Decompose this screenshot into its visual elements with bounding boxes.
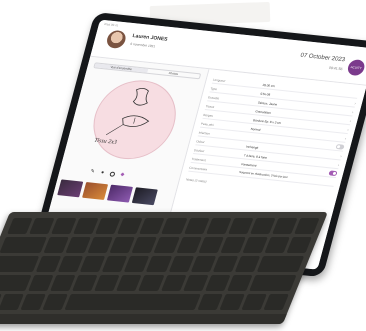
photo-thumbnail[interactable] bbox=[82, 182, 109, 200]
form-label: Longueur bbox=[212, 77, 227, 83]
keyboard-key[interactable] bbox=[190, 256, 216, 272]
pen-icon[interactable]: ✎ bbox=[89, 168, 96, 174]
keyboard-key[interactable] bbox=[271, 218, 298, 234]
patient-name: Lauren JONES bbox=[131, 33, 169, 43]
form-value: Granulation bbox=[254, 109, 272, 115]
drawing-tools: ✎ ● ◆ bbox=[89, 168, 125, 178]
keyboard-key[interactable] bbox=[241, 294, 267, 310]
logo-label: ACUITY bbox=[350, 65, 363, 71]
patient-dob: 6 novembre 1991 bbox=[129, 41, 156, 49]
avatar[interactable] bbox=[104, 29, 128, 50]
form-label: Type bbox=[209, 86, 218, 92]
form-value: Pansement bbox=[240, 162, 257, 168]
visit-date: 07 October 2023 bbox=[299, 52, 346, 64]
form-value: 28.00 cm bbox=[262, 82, 276, 89]
keyboard-key[interactable] bbox=[249, 218, 276, 234]
keyboard-key[interactable] bbox=[205, 218, 232, 234]
chevron-right-icon[interactable]: › bbox=[349, 118, 352, 123]
keyboard-key[interactable] bbox=[175, 237, 202, 253]
keyboard-key[interactable] bbox=[212, 256, 239, 272]
keyboard-key[interactable] bbox=[256, 256, 305, 272]
photo-thumbnail[interactable] bbox=[57, 179, 84, 198]
keyboard-key[interactable] bbox=[168, 256, 194, 272]
form-value: Inchangé bbox=[245, 144, 259, 150]
chevron-right-icon[interactable]: › bbox=[337, 162, 340, 167]
smart-keyboard bbox=[0, 212, 329, 324]
keyboard-key[interactable] bbox=[182, 275, 209, 291]
keyboard-key[interactable] bbox=[286, 237, 312, 253]
keyboard-key[interactable] bbox=[161, 218, 188, 234]
form-value: Normal bbox=[250, 126, 261, 132]
wound-sketch: Tissu 2x3 bbox=[93, 88, 150, 146]
chevron-right-icon[interactable]: › bbox=[351, 109, 354, 114]
key-grid bbox=[0, 218, 320, 310]
keyboard-key[interactable] bbox=[198, 237, 224, 253]
form-label: Tissus bbox=[205, 104, 215, 109]
form-label: Douleur bbox=[193, 148, 205, 154]
form-value: STA-08 bbox=[259, 91, 271, 97]
status-bar: iPad 09:41 bbox=[103, 22, 119, 28]
photo-thumbnail[interactable] bbox=[131, 187, 158, 206]
chevron-right-icon[interactable]: › bbox=[354, 101, 357, 106]
keyboard-key[interactable] bbox=[146, 256, 172, 272]
visit-time: 09:41:56 bbox=[328, 65, 343, 72]
form-label: Berges bbox=[202, 112, 214, 118]
toggle-switch[interactable] bbox=[328, 170, 338, 177]
form-value: Séreux, Jaune bbox=[257, 100, 278, 107]
keyboard-key[interactable] bbox=[160, 275, 187, 291]
keyboard-key[interactable] bbox=[264, 237, 290, 253]
keyboard-key[interactable] bbox=[0, 256, 40, 272]
keyboard-key[interactable] bbox=[248, 275, 297, 291]
keyboard-key[interactable] bbox=[226, 275, 253, 291]
keyboard-hinge bbox=[0, 314, 287, 324]
keyboard-key[interactable] bbox=[234, 256, 261, 272]
form-label: Infection bbox=[198, 130, 211, 136]
keyboard-key[interactable] bbox=[0, 275, 32, 291]
eraser-icon[interactable]: ◆ bbox=[119, 172, 125, 178]
keyboard-key[interactable] bbox=[0, 237, 48, 253]
chevron-right-icon[interactable]: › bbox=[347, 127, 350, 132]
keyboard-key[interactable] bbox=[294, 218, 320, 234]
dot-icon[interactable]: ● bbox=[99, 170, 105, 176]
form-label: Exsudat bbox=[207, 95, 220, 101]
chevron-right-icon[interactable]: › bbox=[340, 153, 343, 158]
photo-thumbnail[interactable] bbox=[106, 184, 133, 203]
color-icon[interactable] bbox=[109, 171, 116, 177]
keyboard-key[interactable] bbox=[204, 275, 231, 291]
toggle-switch[interactable] bbox=[335, 143, 345, 150]
keyboard-key[interactable] bbox=[219, 294, 245, 310]
keyboard-key[interactable] bbox=[242, 237, 268, 253]
form-value: 7 à faire, 8 à faire bbox=[243, 153, 268, 160]
keyboard-key[interactable] bbox=[227, 218, 254, 234]
chevron-right-icon[interactable]: › bbox=[344, 136, 347, 141]
keyboard-key[interactable] bbox=[183, 218, 210, 234]
keyboard-key[interactable] bbox=[220, 237, 246, 253]
form-label: Peau péri bbox=[200, 121, 215, 127]
form-value: Bordure Ep. 8 x 3 cm bbox=[252, 118, 282, 126]
keyboard-key[interactable] bbox=[153, 237, 180, 253]
form-label: Odeur bbox=[195, 139, 206, 145]
keyboard-key[interactable] bbox=[197, 294, 223, 310]
keyboard-key[interactable] bbox=[138, 275, 165, 291]
keyboard-key[interactable] bbox=[263, 294, 289, 310]
keyboard-key[interactable] bbox=[64, 294, 201, 310]
photo-strip bbox=[57, 179, 158, 206]
notes-footer[interactable]: Notes (3 notes) bbox=[186, 177, 207, 183]
tab-photos[interactable]: Photos bbox=[147, 69, 200, 78]
app-logo: ACUITY bbox=[346, 58, 366, 77]
form-label: Commentaire bbox=[188, 165, 208, 172]
form-label: Traitement bbox=[191, 156, 207, 163]
sketch-annotation: Tissu 2x3 bbox=[93, 138, 117, 146]
tab-overview[interactable]: Vue d'ensemble bbox=[94, 63, 148, 73]
